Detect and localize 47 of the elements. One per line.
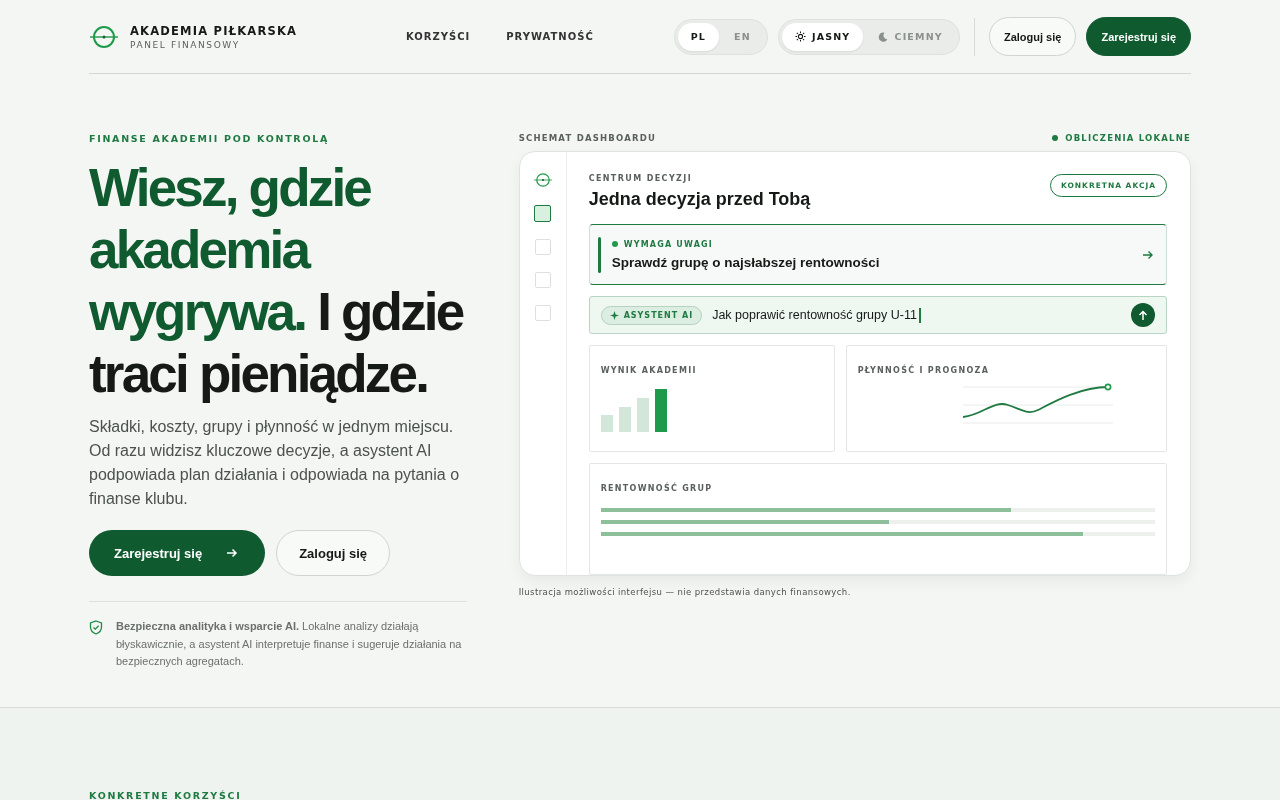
headline-text: I gdzie bbox=[317, 282, 463, 341]
moon-icon bbox=[878, 31, 889, 42]
dashboard-label: SCHEMAT DASHBOARDU bbox=[518, 132, 657, 143]
brand-name: AKADEMIA PIŁKARSKA bbox=[130, 23, 298, 38]
assistant-question: Jak poprawić rentowność grupy U-11 bbox=[712, 308, 917, 322]
login-button[interactable]: Zaloguj się bbox=[276, 530, 391, 576]
arrow-right-icon bbox=[226, 548, 239, 558]
logo-icon bbox=[89, 24, 119, 49]
alert-text: Sprawdź grupę o najsłabszej rentowności bbox=[611, 254, 881, 270]
caption: Ilustracja możliwości interfejsu — nie przedstawia danych finansowych. bbox=[518, 587, 852, 597]
alert-label: WYMAGA UWAGI bbox=[623, 239, 714, 249]
status-label: OBLICZENIA LOKALNE bbox=[1065, 132, 1191, 143]
logo-icon bbox=[532, 172, 553, 188]
security-note: Bezpieczna analityka i wsparcie AI. Lokalne analizy działają błyskawicznie, a asystent AI interpretuje finanse i sugeruje działania na bezpiecznych agregatach. bbox=[116, 619, 463, 669]
decision-title: Jedna decyzja przed Tobą bbox=[588, 189, 811, 210]
send-button[interactable] bbox=[1131, 303, 1155, 327]
bar-chart-drawing bbox=[600, 386, 669, 432]
alert-card[interactable]: WYMAGA UWAGI Sprawdź grupę o najsłabszej rentowności bbox=[588, 224, 1167, 285]
sun-icon bbox=[794, 31, 806, 42]
tile-title: RENTOWNOŚĆ GRUP bbox=[600, 484, 714, 493]
assistant-field[interactable]: ASYSTENT AI Jak poprawić rentowność grupy U-11 bbox=[588, 296, 1167, 334]
arrow-right-icon bbox=[1142, 249, 1154, 260]
headline-text: Wiesz, gdzie bbox=[89, 158, 371, 217]
section-label: CENTRUM DECYZJI bbox=[588, 174, 694, 183]
arrow-up-icon bbox=[1138, 309, 1148, 321]
shield-check-icon bbox=[89, 620, 103, 635]
nav-link[interactable]: KORZYŚCI bbox=[406, 31, 471, 42]
sidebar-item[interactable] bbox=[534, 205, 552, 222]
tile-title: PŁYNNOŚĆ I PROGNOZA bbox=[857, 366, 991, 375]
eyebrow: FINANSE AKADEMII POD KONTROLĄ bbox=[89, 133, 330, 144]
register-button[interactable]: Zarejestruj się bbox=[1086, 17, 1191, 56]
alert-dot bbox=[611, 241, 618, 247]
language-option[interactable]: PL bbox=[677, 22, 720, 51]
section-eyebrow: KONKRETNE KORZYŚCI bbox=[89, 790, 242, 800]
nav-link[interactable]: PRYWATNOŚĆ bbox=[506, 31, 594, 42]
sparkle-icon bbox=[609, 310, 619, 320]
assistant-tag: ASYSTENT AI bbox=[600, 305, 703, 325]
headline-text: akademia bbox=[89, 220, 309, 279]
login-button[interactable]: Zaloguj się bbox=[988, 17, 1077, 56]
headline-text: traci pieniądze. bbox=[89, 344, 428, 403]
headline-text: wygrywa. bbox=[89, 282, 306, 341]
register-button[interactable]: Zarejestruj się bbox=[89, 530, 266, 576]
theme-option[interactable]: JASNY bbox=[781, 22, 864, 51]
brand-subtitle: PANEL FINANSOWY bbox=[130, 39, 241, 50]
tile-title: WYNIK AKADEMII bbox=[600, 366, 698, 375]
status-dot bbox=[1052, 134, 1059, 141]
lead-text: Składki, koszty, grupy i płynność w jednym miejscu. Od razu widzisz kluczowe decyzje, a asystent AI podpowiada plan działania i odpowiada na pytania o finanse klubu. bbox=[89, 417, 461, 509]
